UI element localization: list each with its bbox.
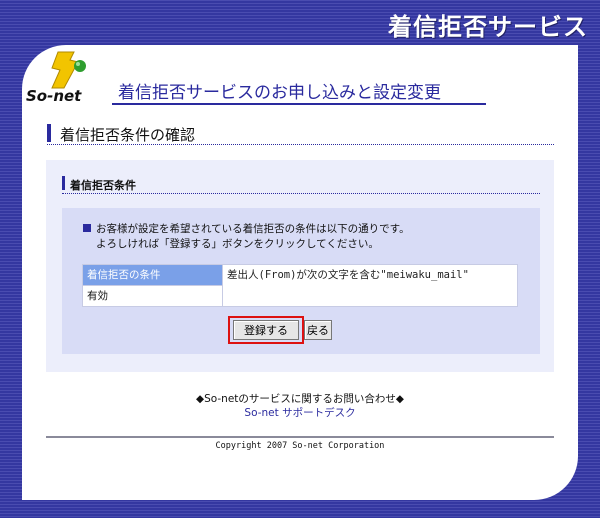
copyright-text: Copyright 2007 So-net Corporation xyxy=(215,441,385,451)
footer-divider xyxy=(46,436,554,438)
conditions-table: 着信拒否の条件 差出人(From)が次の文字を含む"meiwaku_mail" … xyxy=(82,264,518,307)
note-line-2: よろしければ「登録する」ボタンをクリックしてください。 xyxy=(96,238,379,250)
condition-value-cell: 差出人(From)が次の文字を含む"meiwaku_mail" xyxy=(222,264,518,307)
box-title-marker xyxy=(62,176,65,190)
table-row: 着信拒否の条件 差出人(From)が次の文字を含む"meiwaku_mail" xyxy=(82,264,518,307)
enabled-label-cell: 有効 xyxy=(82,285,223,307)
section-title-divider xyxy=(47,144,554,145)
note-line-1: お客様が設定を希望されている着信拒否の条件は以下の通りです。 xyxy=(96,223,410,235)
service-title: 着信拒否サービス xyxy=(388,13,588,41)
heading-underline xyxy=(112,103,486,105)
contact-line: ◆So-netのサービスに関するお問い合わせ◆ xyxy=(196,393,404,405)
logo-text: So-net xyxy=(26,87,82,105)
header-band: 着信拒否サービス xyxy=(0,0,600,45)
support-desk-link[interactable]: So-net サポートデスク xyxy=(0,405,600,420)
note-bullet-icon xyxy=(83,224,91,232)
box-title: 着信拒否条件 xyxy=(70,179,136,192)
section-title: 着信拒否条件の確認 xyxy=(60,126,196,144)
section-title-marker xyxy=(47,124,51,142)
submit-button[interactable]: 登録する xyxy=(233,320,299,340)
back-button[interactable]: 戻る xyxy=(304,320,332,340)
page-heading: 着信拒否サービスのお申し込みと設定変更 xyxy=(118,83,441,103)
condition-label-cell: 着信拒否の条件 xyxy=(82,264,223,286)
box-title-divider xyxy=(62,193,540,194)
